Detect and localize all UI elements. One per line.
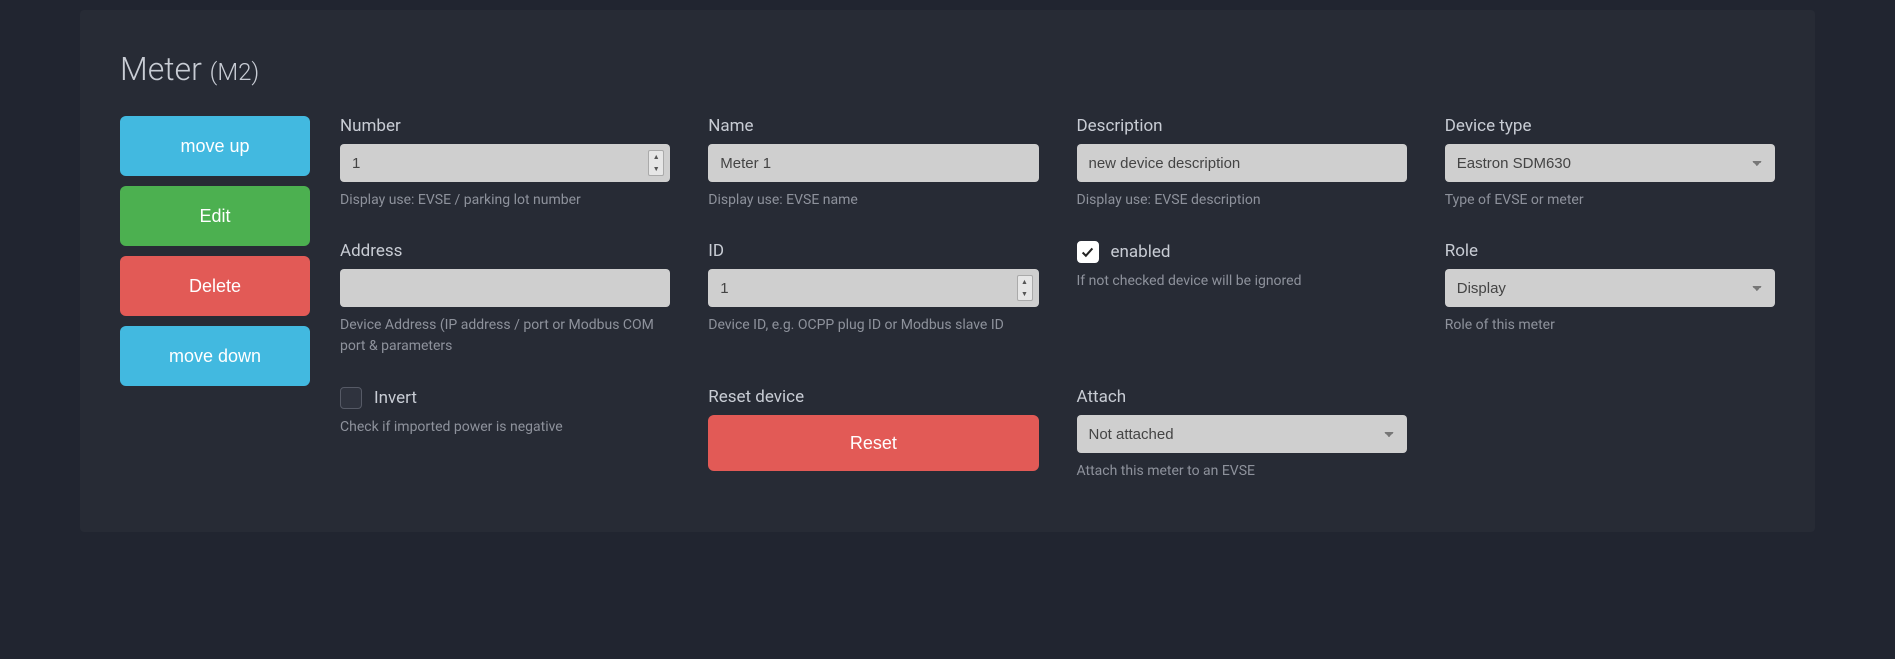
- field-role: Role Display Role of this meter: [1445, 241, 1775, 357]
- address-hint: Device Address (IP address / port or Mod…: [340, 315, 670, 357]
- enabled-checkbox[interactable]: [1077, 241, 1099, 263]
- description-input[interactable]: [1077, 144, 1407, 182]
- address-input[interactable]: [340, 269, 670, 307]
- field-invert: Invert Check if imported power is negati…: [340, 387, 670, 482]
- field-id: ID ▲ ▼ Device ID, e.g. OCPP plug ID or M…: [708, 241, 1038, 357]
- invert-label: Invert: [374, 388, 417, 408]
- field-attach: Attach Not attached Attach this meter to…: [1077, 387, 1407, 482]
- chevron-up-icon: ▲: [1021, 278, 1028, 286]
- invert-hint: Check if imported power is negative: [340, 417, 670, 438]
- move-up-button[interactable]: move up: [120, 116, 310, 176]
- field-name: Name Display use: EVSE name: [708, 116, 1038, 211]
- chevron-down-icon: ▼: [653, 165, 660, 173]
- number-spinner[interactable]: ▲ ▼: [648, 150, 664, 176]
- attach-select[interactable]: Not attached: [1077, 415, 1407, 453]
- field-address: Address Device Address (IP address / por…: [340, 241, 670, 357]
- role-hint: Role of this meter: [1445, 315, 1775, 336]
- name-label: Name: [708, 116, 1038, 136]
- address-label: Address: [340, 241, 670, 261]
- field-number: Number ▲ ▼ Display use: EVSE / parking l…: [340, 116, 670, 211]
- attach-label: Attach: [1077, 387, 1407, 407]
- device-type-label: Device type: [1445, 116, 1775, 136]
- id-input[interactable]: [708, 269, 1038, 307]
- title-sub: (M2): [210, 58, 260, 86]
- role-select[interactable]: Display: [1445, 269, 1775, 307]
- meter-config-panel: Meter (M2) move up Edit Delete move down…: [80, 10, 1815, 532]
- id-label: ID: [708, 241, 1038, 261]
- name-hint: Display use: EVSE name: [708, 190, 1038, 211]
- reset-button[interactable]: Reset: [708, 415, 1038, 471]
- title-main: Meter: [120, 50, 202, 88]
- invert-checkbox[interactable]: [340, 387, 362, 409]
- description-label: Description: [1077, 116, 1407, 136]
- id-hint: Device ID, e.g. OCPP plug ID or Modbus s…: [708, 315, 1038, 336]
- enabled-hint: If not checked device will be ignored: [1077, 271, 1407, 292]
- field-device-type: Device type Eastron SDM630 Type of EVSE …: [1445, 116, 1775, 211]
- page-title: Meter (M2): [120, 50, 1775, 88]
- attach-hint: Attach this meter to an EVSE: [1077, 461, 1407, 482]
- role-label: Role: [1445, 241, 1775, 261]
- device-type-select[interactable]: Eastron SDM630: [1445, 144, 1775, 182]
- number-hint: Display use: EVSE / parking lot number: [340, 190, 670, 211]
- number-input[interactable]: [340, 144, 670, 182]
- delete-button[interactable]: Delete: [120, 256, 310, 316]
- field-enabled: enabled If not checked device will be ig…: [1077, 241, 1407, 357]
- field-description: Description Display use: EVSE descriptio…: [1077, 116, 1407, 211]
- device-type-hint: Type of EVSE or meter: [1445, 190, 1775, 211]
- name-input[interactable]: [708, 144, 1038, 182]
- side-actions: move up Edit Delete move down: [120, 116, 310, 482]
- enabled-label: enabled: [1111, 242, 1171, 262]
- description-hint: Display use: EVSE description: [1077, 190, 1407, 211]
- chevron-down-icon: ▼: [1021, 290, 1028, 298]
- id-spinner[interactable]: ▲ ▼: [1017, 275, 1033, 301]
- reset-device-label: Reset device: [708, 387, 1038, 407]
- check-icon: [1081, 246, 1094, 259]
- form-grid: Number ▲ ▼ Display use: EVSE / parking l…: [340, 116, 1775, 482]
- number-label: Number: [340, 116, 670, 136]
- chevron-up-icon: ▲: [653, 153, 660, 161]
- edit-button[interactable]: Edit: [120, 186, 310, 246]
- move-down-button[interactable]: move down: [120, 326, 310, 386]
- field-reset-device: Reset device Reset: [708, 387, 1038, 482]
